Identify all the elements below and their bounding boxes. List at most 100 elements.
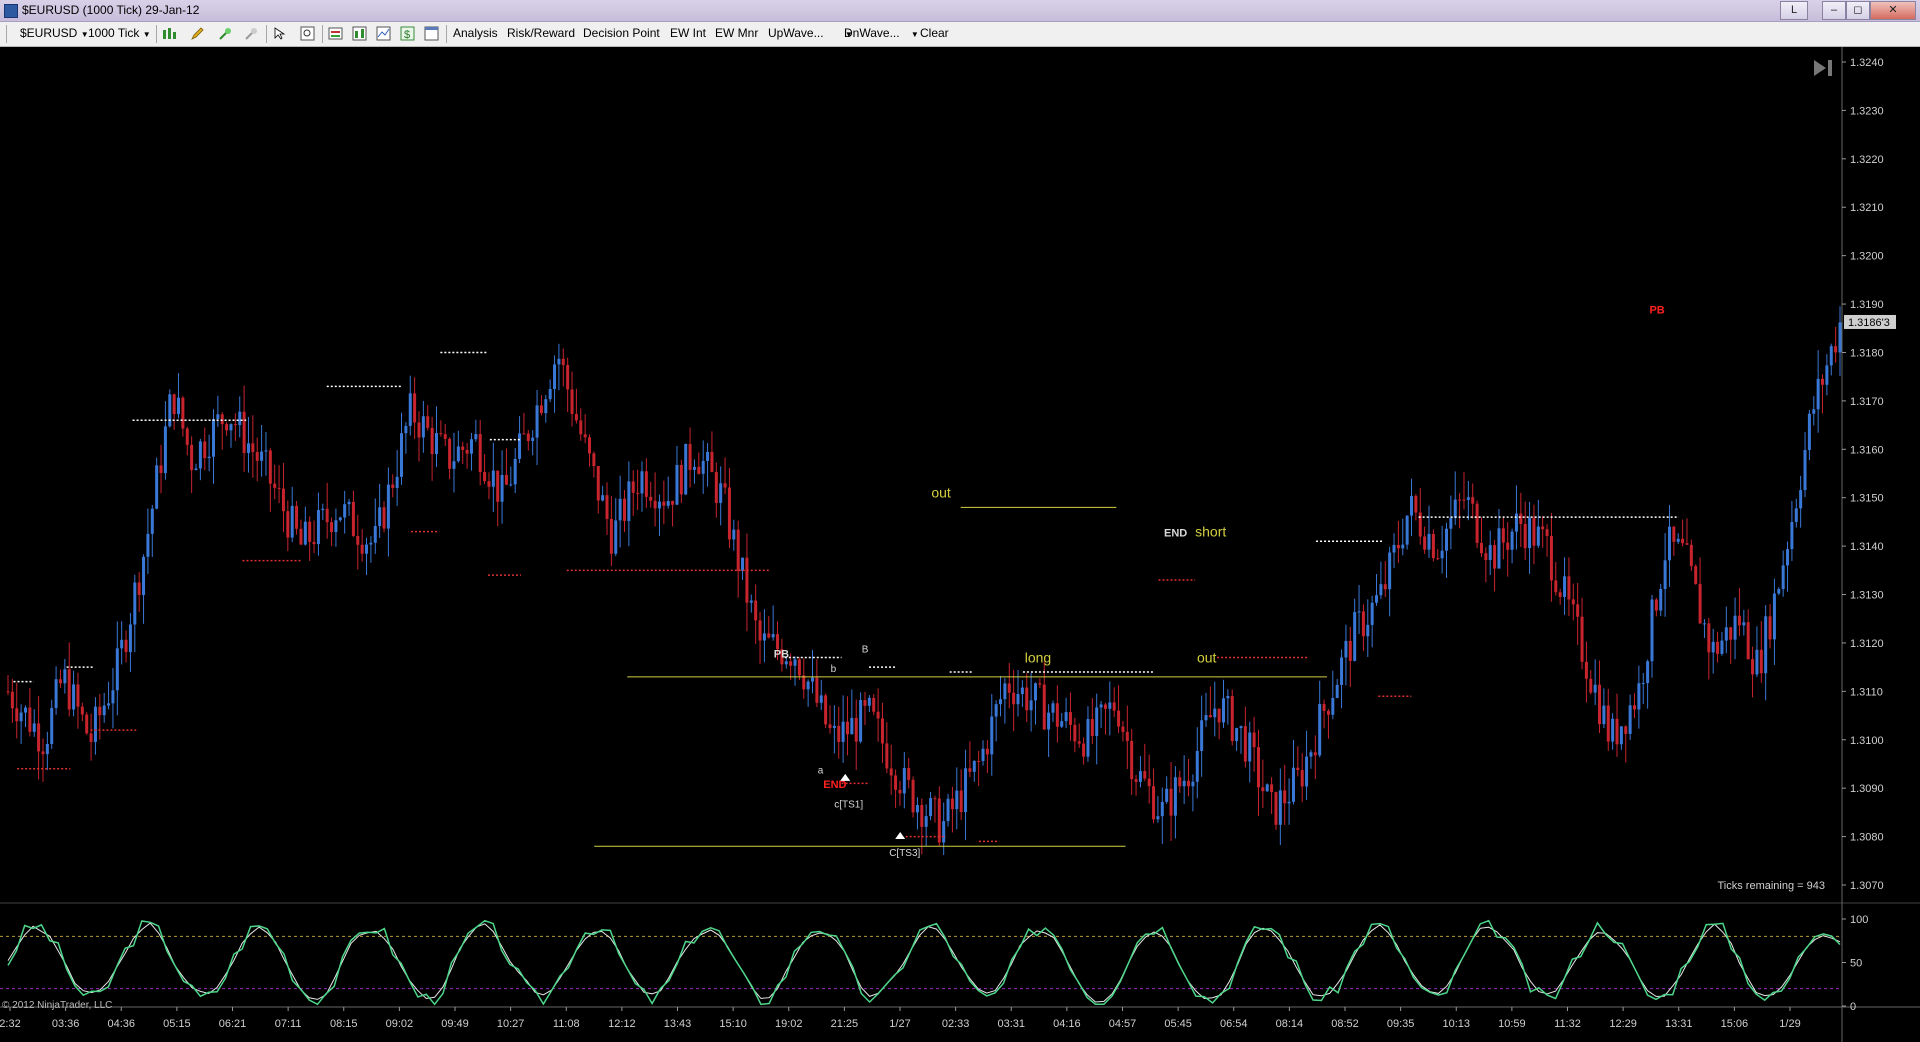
- price-bar: [789, 661, 793, 666]
- ew-int-button[interactable]: EW Int: [670, 26, 706, 40]
- chart-trader-icon[interactable]: [376, 26, 391, 41]
- instrument-label: $EURUSD: [20, 26, 78, 40]
- price-bar: [1681, 538, 1685, 544]
- price-label: 1.3200: [1850, 251, 1884, 263]
- price-chart[interactable]: PB b Ba END c[TS1] C[TS3] out long out END short PB…: [0, 47, 1920, 1042]
- price-bar: [1444, 528, 1448, 551]
- price-bar: [1366, 624, 1370, 637]
- price-bar: [1633, 705, 1637, 710]
- price-bar: [351, 501, 355, 536]
- risk-reward-button[interactable]: Risk/Reward: [507, 26, 575, 40]
- price-bar: [487, 481, 491, 487]
- price-bar: [1077, 741, 1081, 744]
- zoom-out-icon[interactable]: [244, 26, 259, 41]
- dollar-icon[interactable]: $: [400, 26, 415, 41]
- minimize-button[interactable]: –: [1822, 1, 1846, 20]
- zoom-in-icon[interactable]: [218, 26, 233, 41]
- price-bar: [754, 600, 758, 621]
- price-bar: [1405, 515, 1409, 545]
- pointer-icon[interactable]: [272, 26, 287, 41]
- price-label: 1.3130: [1850, 590, 1884, 602]
- price-bar: [242, 411, 246, 453]
- price-bar: [1007, 683, 1011, 693]
- price-bar: [592, 453, 596, 467]
- price-bar: [1545, 529, 1549, 536]
- price-bar: [1134, 779, 1138, 782]
- price-bar: [977, 760, 981, 762]
- dnwave-button[interactable]: DnWave... ▼: [844, 26, 919, 40]
- ew-mnr-button[interactable]: EW Mnr: [715, 26, 758, 40]
- price-bar: [1361, 611, 1365, 637]
- price-bar: [745, 557, 749, 603]
- price-label: 1.3170: [1850, 396, 1884, 408]
- osc-label: 100: [1850, 914, 1868, 926]
- price-bar: [706, 451, 710, 461]
- short-label: short: [1195, 523, 1226, 539]
- price-bar: [360, 544, 364, 554]
- price-bar: [1790, 521, 1794, 550]
- pb-label: PB: [774, 648, 789, 660]
- price-bar: [1567, 576, 1571, 600]
- price-bar: [714, 471, 718, 503]
- price-bar: [1523, 524, 1527, 549]
- price-bar: [1147, 778, 1151, 787]
- clear-button[interactable]: Clear: [920, 26, 949, 40]
- search-icon[interactable]: [300, 26, 315, 41]
- price-bar: [819, 695, 823, 703]
- price-bar: [1431, 533, 1435, 559]
- ticks-remaining: Ticks remaining = 943: [1717, 880, 1825, 892]
- restore-button[interactable]: ◻: [1846, 1, 1870, 20]
- time-label: 10:27: [497, 1018, 525, 1030]
- strategy-icon[interactable]: [352, 26, 367, 41]
- price-bar: [1720, 640, 1724, 654]
- instrument-selector[interactable]: $EURUSD ▼: [20, 26, 89, 40]
- price-bar: [1173, 777, 1177, 816]
- price-bar: [557, 358, 561, 365]
- price-bar: [211, 419, 215, 457]
- window-title: $EURUSD (1000 Tick) 29-Jan-12: [22, 3, 200, 17]
- data-box-icon[interactable]: [424, 26, 439, 41]
- price-bar: [972, 760, 976, 772]
- price-bar: [583, 434, 587, 438]
- price-bar: [1068, 712, 1072, 725]
- price-bar: [15, 708, 19, 722]
- price-bar: [1423, 536, 1427, 550]
- price-bar: [1541, 526, 1545, 530]
- close-button[interactable]: ✕: [1870, 1, 1916, 20]
- price-bar: [653, 500, 657, 509]
- long-label: long: [1025, 649, 1051, 665]
- link-button[interactable]: L: [1780, 1, 1808, 20]
- upwave-button[interactable]: UpWave... ▼: [768, 26, 853, 40]
- price-bar: [80, 706, 84, 715]
- scroll-to-end-icon[interactable]: [1812, 58, 1836, 78]
- chevron-down-icon: ▼: [910, 30, 919, 39]
- price-bar: [719, 483, 723, 503]
- price-bar: [1702, 623, 1706, 625]
- bar-chart-icon[interactable]: [162, 26, 177, 41]
- price-bar: [1737, 615, 1741, 626]
- price-bar: [1222, 698, 1226, 723]
- chevron-down-icon: ▼: [142, 30, 151, 39]
- decision-point-button[interactable]: Decision Point: [583, 26, 660, 40]
- properties-icon[interactable]: [328, 26, 343, 41]
- price-bar: [264, 450, 268, 452]
- price-bar: [1641, 683, 1645, 685]
- price-bar: [417, 422, 421, 438]
- price-bar: [483, 472, 487, 482]
- price-bar: [434, 433, 438, 455]
- price-bar: [1138, 771, 1142, 782]
- price-bar: [58, 679, 62, 684]
- pencil-icon[interactable]: [190, 26, 205, 41]
- ts3-label: C[TS3]: [889, 848, 920, 859]
- analysis-button[interactable]: Analysis: [453, 26, 498, 40]
- price-bar: [159, 465, 163, 474]
- price-bar: [723, 483, 727, 488]
- price-bar: [1510, 531, 1514, 550]
- price-bar: [67, 669, 71, 710]
- price-bar: [229, 424, 233, 431]
- level-markers: [13, 351, 1679, 843]
- price-bar: [391, 484, 395, 488]
- price-bar: [1003, 683, 1007, 700]
- price-bar: [386, 484, 390, 529]
- interval-selector[interactable]: 1000 Tick ▼: [88, 26, 151, 40]
